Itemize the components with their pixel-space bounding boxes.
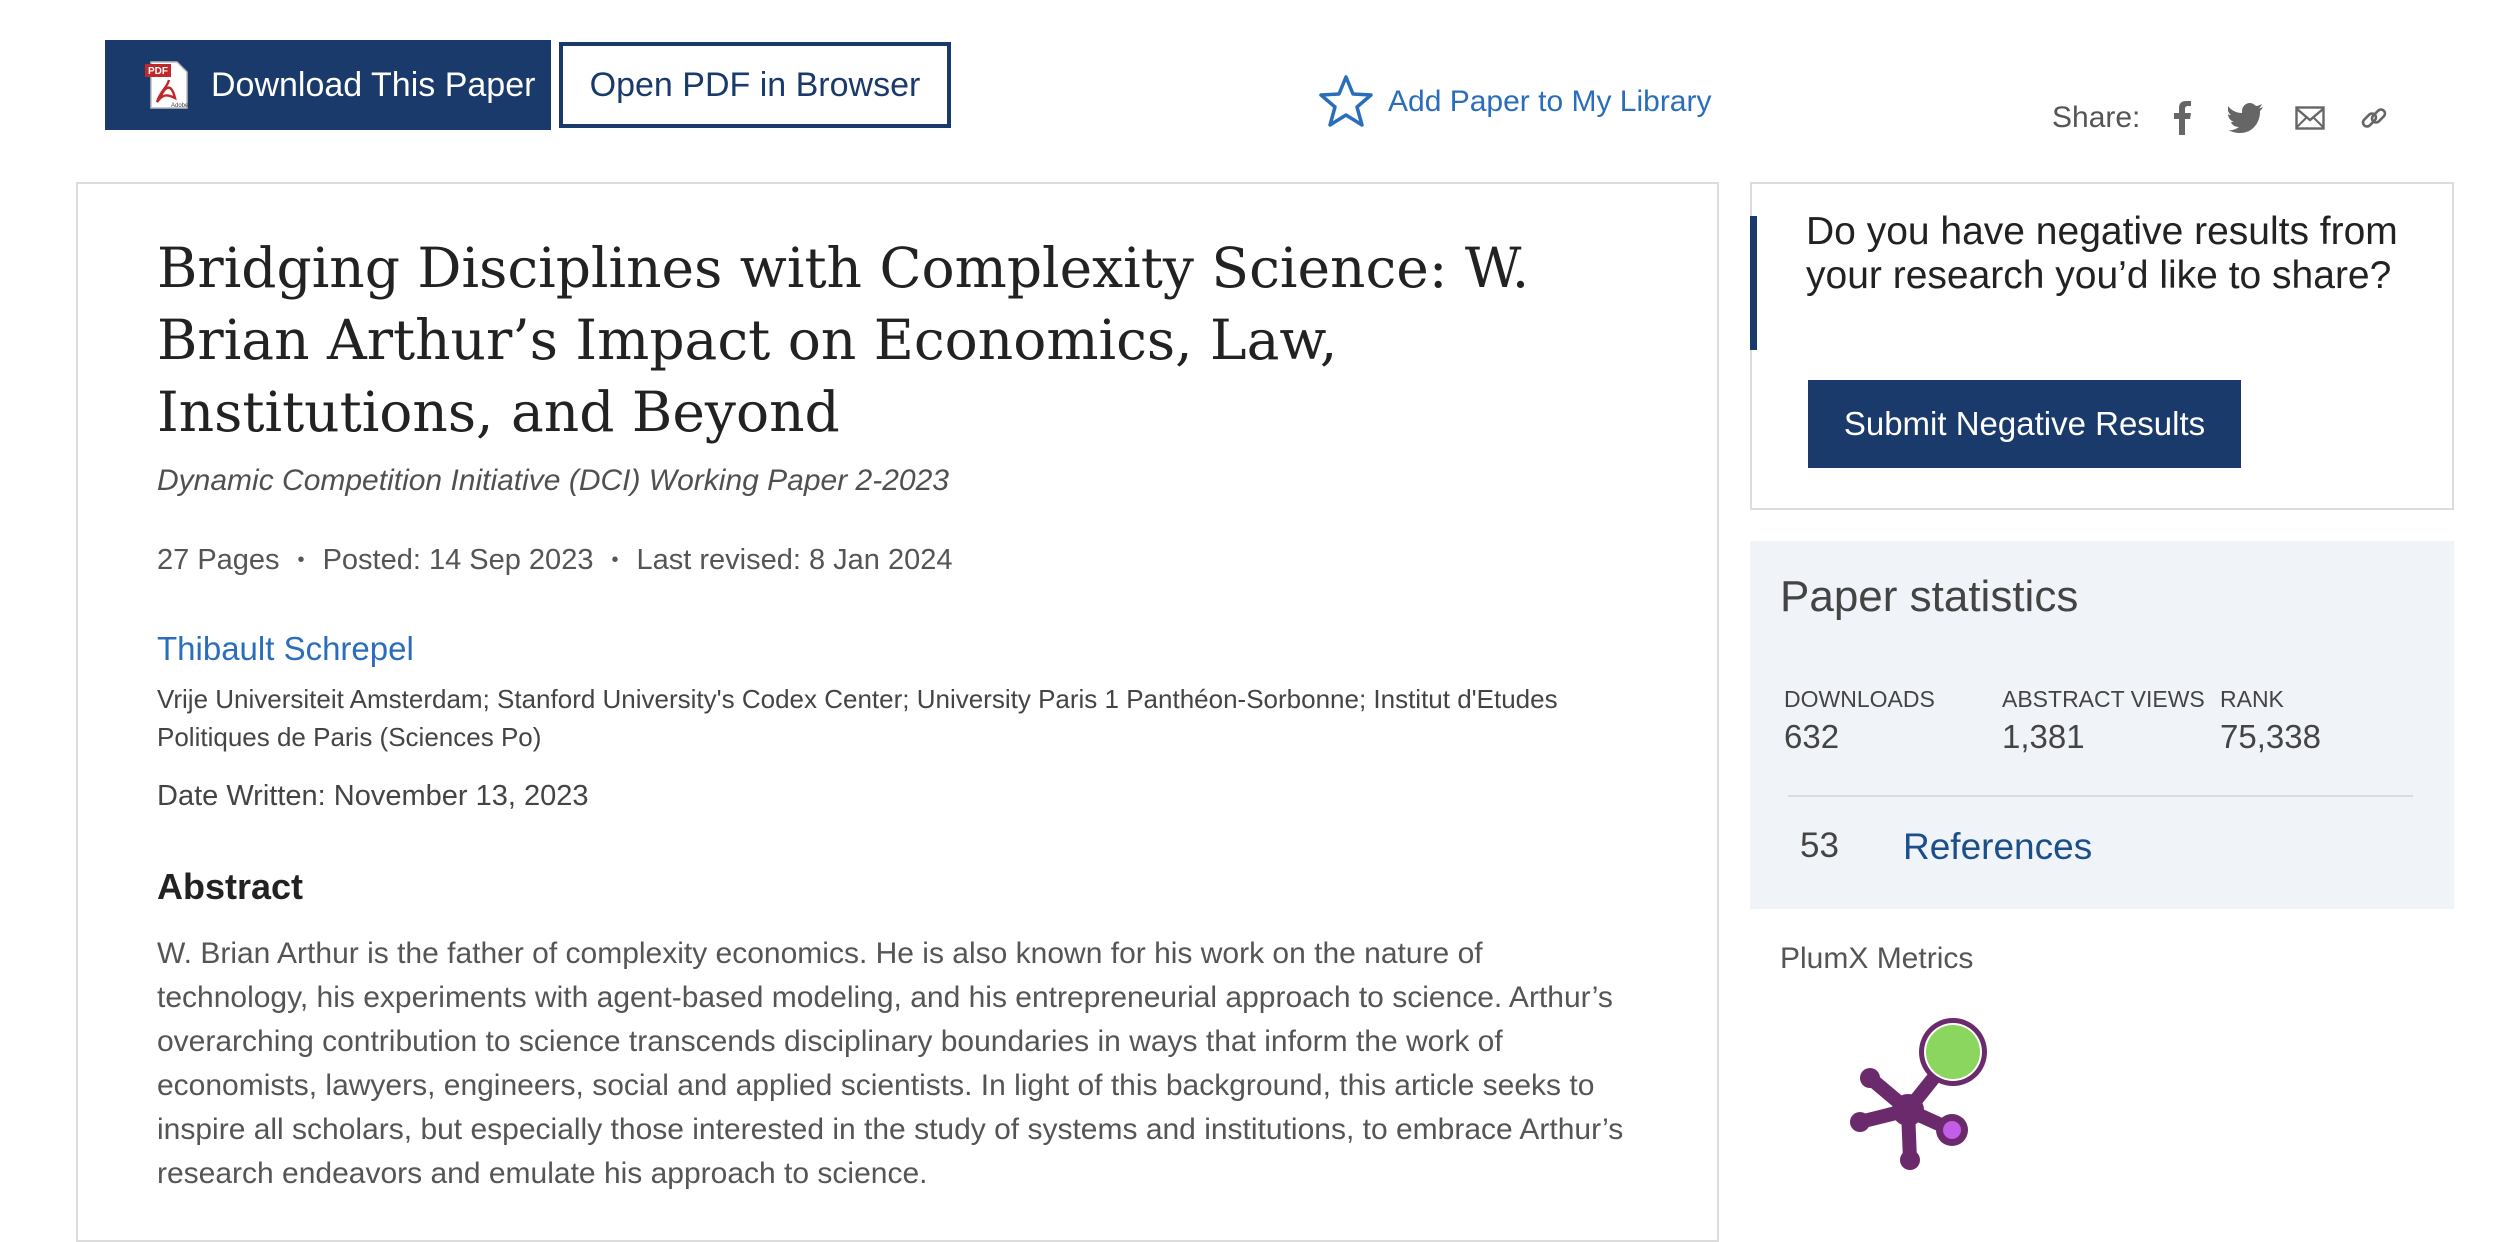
pdf-icon: PDF Adobe [145, 60, 191, 110]
page-count: 27 Pages [157, 544, 280, 576]
stats-divider [1788, 795, 2413, 797]
paper-meta: 27 Pages • Posted: 14 Sep 2023 • Last re… [157, 544, 952, 577]
statistics-title: Paper statistics [1780, 572, 2079, 621]
abstract-heading: Abstract [157, 866, 304, 907]
download-label: Download This Paper [211, 65, 536, 104]
star-icon [1319, 75, 1373, 127]
rank-value: 75,338 [2220, 718, 2321, 755]
author-link[interactable]: Thibault Schrepel [157, 630, 414, 668]
link-icon[interactable] [2356, 100, 2392, 136]
references-link[interactable]: References [1903, 826, 2092, 868]
download-paper-button[interactable]: PDF Adobe Download This Paper [105, 40, 551, 130]
references-count: 53 [1800, 826, 1839, 865]
separator-dot: • [611, 549, 619, 571]
downloads-label: DOWNLOADS [1784, 686, 1935, 712]
share-bar: Share: [2052, 100, 2420, 136]
accent-bar [1750, 216, 1757, 350]
svg-text:Adobe: Adobe [171, 103, 189, 109]
facebook-icon[interactable] [2164, 100, 2200, 136]
abstract-views-value: 1,381 [2002, 718, 2085, 755]
rank-label: RANK [2220, 686, 2284, 712]
date-written: Date Written: November 13, 2023 [157, 780, 589, 812]
open-pdf-button[interactable]: Open PDF in Browser [559, 42, 951, 128]
revised-date: Last revised: 8 Jan 2024 [636, 544, 953, 576]
abstract-text: W. Brian Arthur is the father of complex… [157, 937, 1624, 1190]
downloads-value: 632 [1784, 718, 1840, 755]
negative-results-question: Do you have negative results from your r… [1806, 210, 2398, 297]
add-to-library-link[interactable]: Add Paper to My Library [1318, 74, 1711, 130]
submit-negative-results-button[interactable]: Submit Negative Results [1808, 380, 2241, 468]
svg-text:PDF: PDF [148, 66, 168, 77]
author-affiliation: Vrije Universiteit Amsterdam; Stanford U… [157, 684, 1558, 752]
separator-dot: • [297, 549, 305, 571]
email-icon[interactable] [2292, 100, 2328, 136]
twitter-icon[interactable] [2228, 100, 2264, 136]
abstract-views-label: ABSTRACT VIEWS [2002, 686, 2205, 712]
posted-date: Posted: 14 Sep 2023 [322, 544, 594, 576]
add-library-label: Add Paper to My Library [1388, 85, 1712, 118]
paper-title: Bridging Disciplines with Complexity Sci… [157, 236, 1530, 444]
share-label: Share: [2052, 101, 2141, 134]
plumx-title: PlumX Metrics [1780, 942, 1974, 975]
paper-series: Dynamic Competition Initiative (DCI) Wor… [157, 464, 949, 497]
plumx-metrics-icon[interactable] [1840, 1010, 1990, 1180]
